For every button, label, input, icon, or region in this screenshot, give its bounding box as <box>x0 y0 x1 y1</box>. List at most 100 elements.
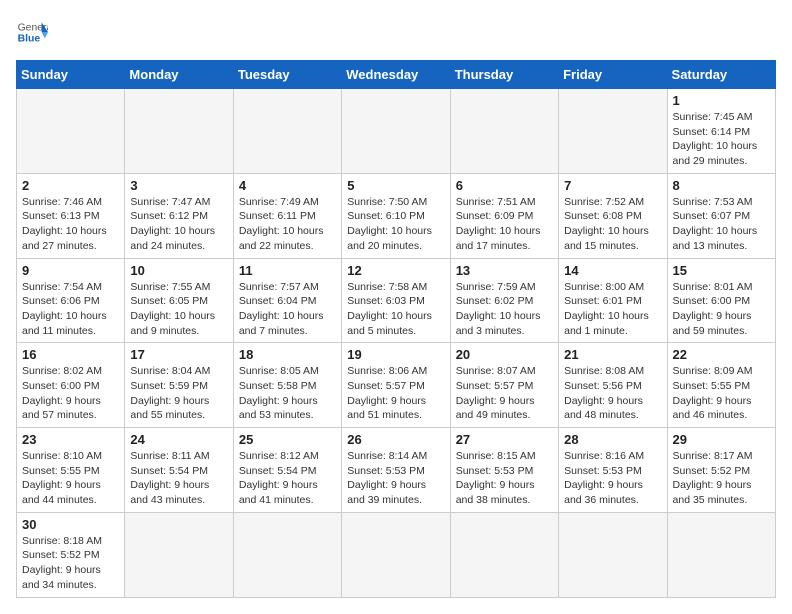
calendar-cell: 16 Sunrise: 8:02 AM Sunset: 6:00 PM Dayli… <box>17 343 125 428</box>
calendar-cell: 19 Sunrise: 8:06 AM Sunset: 5:57 PM Dayli… <box>342 343 450 428</box>
day-info: Sunrise: 7:50 AM Sunset: 6:10 PM Dayligh… <box>347 195 444 254</box>
day-number: 4 <box>239 178 336 193</box>
day-info: Sunrise: 8:06 AM Sunset: 5:57 PM Dayligh… <box>347 364 444 423</box>
calendar-cell: 27Sunrise: 8:15 AM Sunset: 5:53 PM Dayli… <box>450 428 558 513</box>
day-info: Sunrise: 8:09 AM Sunset: 5:55 PM Dayligh… <box>673 364 770 423</box>
weekday-header-saturday: Saturday <box>667 61 775 89</box>
calendar-cell: 13 Sunrise: 7:59 AM Sunset: 6:02 PM Dayli… <box>450 258 558 343</box>
calendar-cell: 26 Sunrise: 8:14 AM Sunset: 5:53 PM Dayli… <box>342 428 450 513</box>
week-row-6: 30Sunrise: 8:18 AM Sunset: 5:52 PM Dayli… <box>17 512 776 597</box>
week-row-1: 1 Sunrise: 7:45 AM Sunset: 6:14 PM Daylig… <box>17 89 776 174</box>
calendar-cell: 9Sunrise: 7:54 AM Sunset: 6:06 PM Daylig… <box>17 258 125 343</box>
svg-text:Blue: Blue <box>18 34 41 45</box>
day-info: Sunrise: 8:02 AM Sunset: 6:00 PM Dayligh… <box>22 364 119 423</box>
day-number: 8 <box>673 178 770 193</box>
day-info: Sunrise: 7:45 AM Sunset: 6:14 PM Dayligh… <box>673 110 770 169</box>
day-number: 19 <box>347 347 444 362</box>
day-info: Sunrise: 8:01 AM Sunset: 6:00 PM Dayligh… <box>673 280 770 339</box>
day-number: 21 <box>564 347 661 362</box>
day-number: 1 <box>673 93 770 108</box>
calendar-cell <box>233 89 341 174</box>
calendar-cell: 21 Sunrise: 8:08 AM Sunset: 5:56 PM Dayli… <box>559 343 667 428</box>
calendar-cell <box>559 89 667 174</box>
day-info: Sunrise: 7:47 AM Sunset: 6:12 PM Dayligh… <box>130 195 227 254</box>
weekday-header-sunday: Sunday <box>17 61 125 89</box>
calendar-cell: 30Sunrise: 8:18 AM Sunset: 5:52 PM Dayli… <box>17 512 125 597</box>
calendar-cell: 18Sunrise: 8:05 AM Sunset: 5:58 PM Dayli… <box>233 343 341 428</box>
day-info: Sunrise: 8:18 AM Sunset: 5:52 PM Dayligh… <box>22 534 119 593</box>
day-number: 20 <box>456 347 553 362</box>
day-info: Sunrise: 7:55 AM Sunset: 6:05 PM Dayligh… <box>130 280 227 339</box>
weekday-header-tuesday: Tuesday <box>233 61 341 89</box>
day-info: Sunrise: 7:51 AM Sunset: 6:09 PM Dayligh… <box>456 195 553 254</box>
calendar-cell: 14Sunrise: 8:00 AM Sunset: 6:01 PM Dayli… <box>559 258 667 343</box>
day-info: Sunrise: 8:04 AM Sunset: 5:59 PM Dayligh… <box>130 364 227 423</box>
logo-icon: General Blue <box>16 16 48 48</box>
weekday-header-thursday: Thursday <box>450 61 558 89</box>
day-info: Sunrise: 7:53 AM Sunset: 6:07 PM Dayligh… <box>673 195 770 254</box>
calendar-cell: 6 Sunrise: 7:51 AM Sunset: 6:09 PM Daylig… <box>450 173 558 258</box>
calendar-cell: 8 Sunrise: 7:53 AM Sunset: 6:07 PM Daylig… <box>667 173 775 258</box>
day-info: Sunrise: 8:00 AM Sunset: 6:01 PM Dayligh… <box>564 280 661 339</box>
logo: General Blue <box>16 16 48 48</box>
day-info: Sunrise: 8:10 AM Sunset: 5:55 PM Dayligh… <box>22 449 119 508</box>
day-number: 28 <box>564 432 661 447</box>
day-info: Sunrise: 7:54 AM Sunset: 6:06 PM Dayligh… <box>22 280 119 339</box>
calendar-cell: 11 Sunrise: 7:57 AM Sunset: 6:04 PM Dayli… <box>233 258 341 343</box>
day-info: Sunrise: 8:12 AM Sunset: 5:54 PM Dayligh… <box>239 449 336 508</box>
day-info: Sunrise: 7:49 AM Sunset: 6:11 PM Dayligh… <box>239 195 336 254</box>
calendar-cell: 20 Sunrise: 8:07 AM Sunset: 5:57 PM Dayli… <box>450 343 558 428</box>
day-number: 18 <box>239 347 336 362</box>
calendar-cell <box>233 512 341 597</box>
calendar-cell: 12Sunrise: 7:58 AM Sunset: 6:03 PM Dayli… <box>342 258 450 343</box>
day-info: Sunrise: 7:58 AM Sunset: 6:03 PM Dayligh… <box>347 280 444 339</box>
calendar-cell: 3 Sunrise: 7:47 AM Sunset: 6:12 PM Daylig… <box>125 173 233 258</box>
day-number: 11 <box>239 263 336 278</box>
calendar-cell: 17Sunrise: 8:04 AM Sunset: 5:59 PM Dayli… <box>125 343 233 428</box>
calendar-cell: 29 Sunrise: 8:17 AM Sunset: 5:52 PM Dayli… <box>667 428 775 513</box>
calendar-cell: 4 Sunrise: 7:49 AM Sunset: 6:11 PM Daylig… <box>233 173 341 258</box>
calendar-cell <box>559 512 667 597</box>
week-row-4: 16 Sunrise: 8:02 AM Sunset: 6:00 PM Dayli… <box>17 343 776 428</box>
calendar-cell <box>17 89 125 174</box>
calendar-cell <box>125 512 233 597</box>
day-info: Sunrise: 7:52 AM Sunset: 6:08 PM Dayligh… <box>564 195 661 254</box>
day-info: Sunrise: 8:17 AM Sunset: 5:52 PM Dayligh… <box>673 449 770 508</box>
calendar-cell: 24Sunrise: 8:11 AM Sunset: 5:54 PM Dayli… <box>125 428 233 513</box>
weekday-header-monday: Monday <box>125 61 233 89</box>
day-number: 27 <box>456 432 553 447</box>
day-number: 25 <box>239 432 336 447</box>
calendar: SundayMondayTuesdayWednesdayThursdayFrid… <box>16 60 776 598</box>
calendar-cell <box>342 512 450 597</box>
day-info: Sunrise: 7:59 AM Sunset: 6:02 PM Dayligh… <box>456 280 553 339</box>
calendar-cell: 2Sunrise: 7:46 AM Sunset: 6:13 PM Daylig… <box>17 173 125 258</box>
calendar-cell: 7 Sunrise: 7:52 AM Sunset: 6:08 PM Daylig… <box>559 173 667 258</box>
day-info: Sunrise: 7:57 AM Sunset: 6:04 PM Dayligh… <box>239 280 336 339</box>
day-number: 22 <box>673 347 770 362</box>
day-number: 16 <box>22 347 119 362</box>
calendar-cell <box>450 512 558 597</box>
calendar-cell <box>667 512 775 597</box>
day-number: 10 <box>130 263 227 278</box>
calendar-cell: 25 Sunrise: 8:12 AM Sunset: 5:54 PM Dayli… <box>233 428 341 513</box>
day-number: 13 <box>456 263 553 278</box>
day-number: 7 <box>564 178 661 193</box>
calendar-cell <box>450 89 558 174</box>
day-info: Sunrise: 8:14 AM Sunset: 5:53 PM Dayligh… <box>347 449 444 508</box>
calendar-cell: 22 Sunrise: 8:09 AM Sunset: 5:55 PM Dayli… <box>667 343 775 428</box>
calendar-cell <box>342 89 450 174</box>
day-number: 29 <box>673 432 770 447</box>
calendar-cell: 10 Sunrise: 7:55 AM Sunset: 6:05 PM Dayli… <box>125 258 233 343</box>
day-info: Sunrise: 8:07 AM Sunset: 5:57 PM Dayligh… <box>456 364 553 423</box>
weekday-header-row: SundayMondayTuesdayWednesdayThursdayFrid… <box>17 61 776 89</box>
header: General Blue <box>16 16 776 48</box>
day-info: Sunrise: 8:08 AM Sunset: 5:56 PM Dayligh… <box>564 364 661 423</box>
calendar-cell: 5Sunrise: 7:50 AM Sunset: 6:10 PM Daylig… <box>342 173 450 258</box>
week-row-5: 23Sunrise: 8:10 AM Sunset: 5:55 PM Dayli… <box>17 428 776 513</box>
day-info: Sunrise: 8:16 AM Sunset: 5:53 PM Dayligh… <box>564 449 661 508</box>
day-number: 26 <box>347 432 444 447</box>
weekday-header-wednesday: Wednesday <box>342 61 450 89</box>
day-number: 6 <box>456 178 553 193</box>
day-number: 3 <box>130 178 227 193</box>
day-number: 15 <box>673 263 770 278</box>
